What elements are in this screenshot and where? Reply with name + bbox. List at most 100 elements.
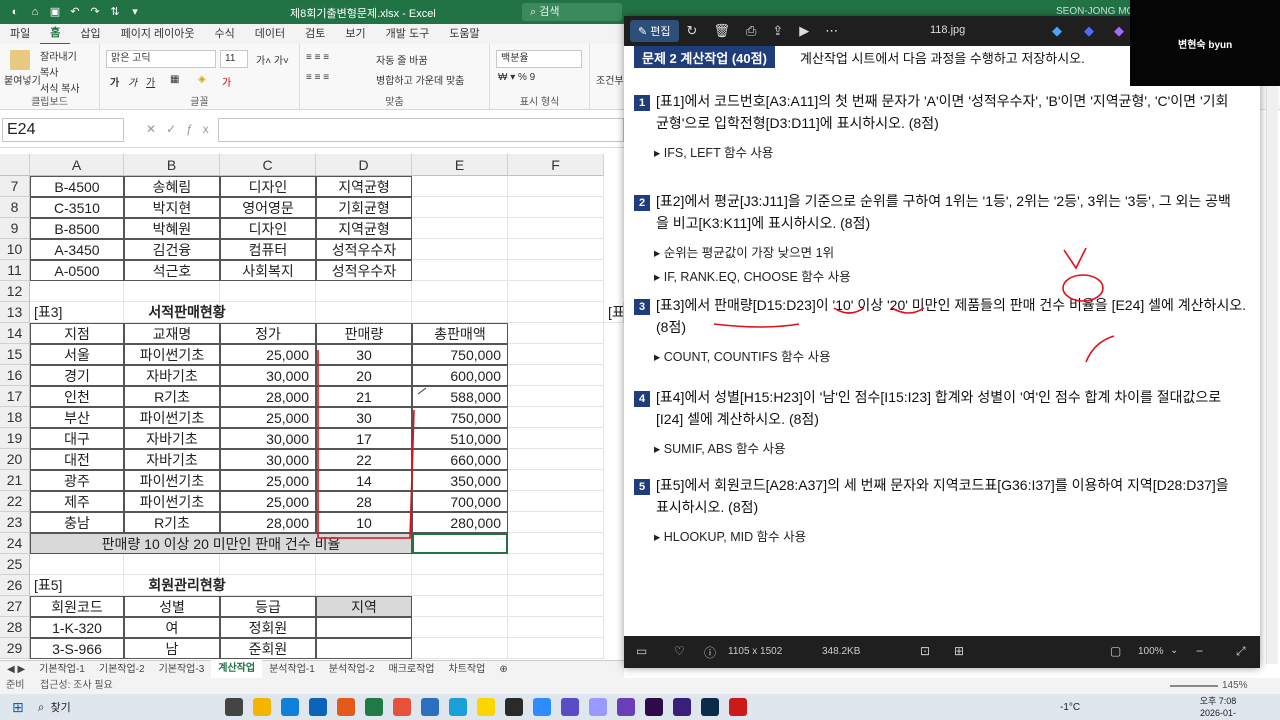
row-header[interactable]: 14	[0, 323, 30, 344]
viewer-zoom[interactable]: 100%	[1138, 646, 1164, 657]
cell[interactable]	[508, 407, 604, 428]
font-grow-button[interactable]: 가˄ 가˅	[256, 52, 289, 67]
table3-cell[interactable]: 자바기초	[124, 449, 220, 470]
table1-cell[interactable]: 송혜림	[124, 176, 220, 197]
table3-cell[interactable]: R기초	[124, 512, 220, 533]
table3-cell[interactable]: 파이썬기초	[124, 344, 220, 365]
sheet-nav-icon[interactable]: ◀ ▶	[0, 661, 32, 679]
app-shortcut-icon-3[interactable]: ◆	[1114, 23, 1124, 39]
align-left-icon[interactable]: ≡ ≡ ≡	[306, 72, 329, 83]
row-header[interactable]: 20	[0, 449, 30, 470]
font-color-icon[interactable]: 가	[222, 74, 231, 89]
table3-cell[interactable]: 경기	[30, 365, 124, 386]
table3-cell[interactable]: 30	[316, 344, 412, 365]
premiere-icon[interactable]	[645, 698, 664, 716]
table3-cell[interactable]: 660,000	[412, 449, 508, 470]
table1-cell[interactable]: A-0500	[30, 260, 124, 281]
paste-button[interactable]: 붙여넣기	[4, 72, 41, 87]
table3-cell[interactable]: 부산	[30, 407, 124, 428]
table1-cell[interactable]: 김건융	[124, 239, 220, 260]
zoom-out-icon[interactable]: −	[1196, 644, 1203, 658]
table3-cell[interactable]: 광주	[30, 470, 124, 491]
print-icon[interactable]: ⎙	[746, 23, 756, 39]
cell[interactable]	[412, 260, 508, 281]
table3-cell[interactable]: 10	[316, 512, 412, 533]
underline-button[interactable]: 가	[146, 74, 155, 89]
table1-cell[interactable]: 영어영문	[220, 197, 316, 218]
table1-cell[interactable]: 컴퓨터	[220, 239, 316, 260]
cell[interactable]	[316, 302, 412, 323]
merge-center-button[interactable]: 병합하고 가운데 맞춤	[376, 72, 464, 87]
app-icon-c[interactable]	[505, 698, 524, 716]
row-header[interactable]: 7	[0, 176, 30, 197]
zoom-icon[interactable]	[533, 698, 552, 716]
save-icon[interactable]: ▣	[48, 5, 62, 19]
table3-cell[interactable]: 20	[316, 365, 412, 386]
app-icon-f[interactable]	[729, 698, 748, 716]
table5-header[interactable]: 지역	[316, 596, 412, 617]
cell[interactable]	[412, 554, 508, 575]
sheet-tab[interactable]: 분석작업-2	[322, 661, 382, 679]
app-shortcut-icon-2[interactable]: ◆	[1084, 23, 1094, 39]
column-header[interactable]: D	[316, 154, 412, 176]
redo-icon[interactable]: ↷	[88, 5, 102, 19]
ribbon-tab[interactable]: 페이지 레이아웃	[111, 24, 205, 44]
row-header[interactable]: 25	[0, 554, 30, 575]
table3-cell[interactable]: 28	[316, 491, 412, 512]
cell[interactable]	[508, 260, 604, 281]
italic-button[interactable]: 가	[128, 74, 137, 89]
table1-cell[interactable]: 석근호	[124, 260, 220, 281]
cell[interactable]	[508, 449, 604, 470]
table3-cell[interactable]: 파이썬기초	[124, 470, 220, 491]
cell[interactable]	[316, 554, 412, 575]
table3-cell[interactable]: 22	[316, 449, 412, 470]
cell[interactable]	[30, 281, 124, 302]
table3-cell[interactable]: 28,000	[220, 386, 316, 407]
undo-icon[interactable]: ↶	[68, 5, 82, 19]
clock[interactable]: 오후 7:08 2026-01-07	[1196, 695, 1240, 720]
table3-cell[interactable]: 280,000	[412, 512, 508, 533]
row-header[interactable]: 13	[0, 302, 30, 323]
chrome-icon[interactable]	[393, 698, 412, 716]
table3-header[interactable]: 총판매액	[412, 323, 508, 344]
cell[interactable]	[508, 323, 604, 344]
border-icon[interactable]: ▦	[170, 74, 179, 85]
cell[interactable]	[508, 638, 604, 659]
table5-cell[interactable]: 여	[124, 617, 220, 638]
table1-cell[interactable]: C-3510	[30, 197, 124, 218]
row-header[interactable]: 11	[0, 260, 30, 281]
table3-header[interactable]: 지점	[30, 323, 124, 344]
row-header[interactable]: 21	[0, 470, 30, 491]
cell[interactable]	[316, 575, 412, 596]
table3-header[interactable]: 교재명	[124, 323, 220, 344]
more-options-icon[interactable]: ⋯	[825, 23, 838, 39]
cell[interactable]	[124, 554, 220, 575]
home-icon[interactable]: ⌂	[28, 5, 42, 19]
table3-header[interactable]: 판매량	[316, 323, 412, 344]
row-header[interactable]: 12	[0, 281, 30, 302]
table1-cell[interactable]: B-4500	[30, 176, 124, 197]
cell[interactable]	[508, 365, 604, 386]
row-header[interactable]: 9	[0, 218, 30, 239]
table3-cell[interactable]: 600,000	[412, 365, 508, 386]
table1-cell[interactable]: 기회균형	[316, 197, 412, 218]
table3-cell[interactable]: 파이썬기초	[124, 491, 220, 512]
table3-cell[interactable]: 제주	[30, 491, 124, 512]
taskbar-search[interactable]: 찾기	[50, 699, 220, 715]
table5-header[interactable]: 회원코드	[30, 596, 124, 617]
table3-cell[interactable]: 30,000	[220, 428, 316, 449]
cell[interactable]	[412, 218, 508, 239]
cell[interactable]	[508, 617, 604, 638]
ribbon-tab[interactable]: 홈	[40, 23, 71, 45]
zoom-level[interactable]: 145%	[1222, 678, 1248, 694]
zoom-dropdown-icon[interactable]: ⌄	[1170, 645, 1178, 656]
column-header[interactable]: F	[508, 154, 604, 176]
table3-cell[interactable]: 25,000	[220, 407, 316, 428]
app-icon-e[interactable]	[673, 698, 692, 716]
table1-cell[interactable]: 박혜원	[124, 218, 220, 239]
paste-icon[interactable]	[10, 50, 30, 70]
cell[interactable]	[220, 554, 316, 575]
row-header[interactable]: 16	[0, 365, 30, 386]
sheet-tab[interactable]: 매크로작업	[382, 661, 442, 679]
table3-cell[interactable]: 25,000	[220, 491, 316, 512]
